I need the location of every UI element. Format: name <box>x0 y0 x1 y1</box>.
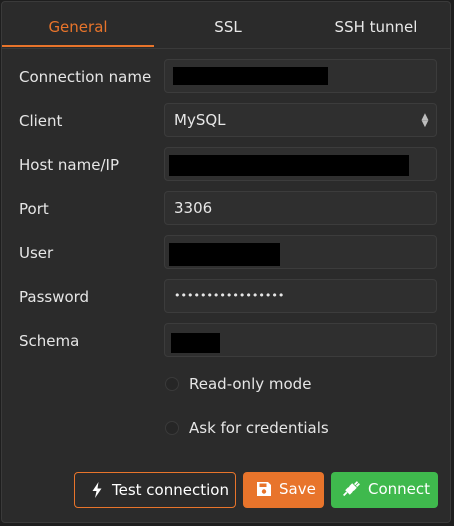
ask-credentials-checkbox[interactable] <box>165 421 179 435</box>
redacted-value <box>169 243 280 266</box>
host-label: Host name/IP <box>19 156 119 174</box>
schema-input[interactable] <box>164 323 437 357</box>
connection-name-label: Connection name <box>19 68 152 86</box>
connect-button[interactable]: Connect <box>331 472 438 508</box>
port-label: Port <box>19 200 49 218</box>
user-input[interactable] <box>164 235 437 269</box>
tab-bar: General SSL SSH tunnel <box>2 2 450 49</box>
floppy-disk-icon <box>257 482 271 496</box>
client-select[interactable]: MySQL ▲ ▼ <box>164 103 437 137</box>
password-label: Password <box>19 288 90 306</box>
connection-name-input[interactable] <box>164 59 437 93</box>
port-input[interactable]: 3306 <box>164 191 437 225</box>
redacted-value <box>169 155 409 176</box>
schema-label: Schema <box>19 332 80 350</box>
readonly-mode-checkbox[interactable] <box>165 377 179 391</box>
connect-label: Connect <box>368 480 431 498</box>
readonly-mode-label: Read-only mode <box>189 375 312 393</box>
plug-connect-icon <box>343 481 360 497</box>
client-select-value: MySQL <box>174 111 226 129</box>
test-connection-label: Test connection <box>112 481 229 499</box>
redacted-value <box>173 67 328 85</box>
tab-ssh-tunnel[interactable]: SSH tunnel <box>302 2 450 47</box>
select-updown-arrows-icon: ▲ ▼ <box>421 112 429 129</box>
port-value: 3306 <box>174 199 213 217</box>
lightning-bolt-icon <box>92 482 102 498</box>
redacted-value <box>171 333 220 353</box>
tab-ssl[interactable]: SSL <box>154 2 302 47</box>
tab-general[interactable]: General <box>2 2 154 47</box>
save-button[interactable]: Save <box>243 472 324 508</box>
ask-credentials-label: Ask for credentials <box>189 419 329 437</box>
connection-settings-panel: General SSL SSH tunnel Connection name C… <box>1 1 451 523</box>
password-input[interactable]: ••••••••••••••••• <box>164 279 437 313</box>
host-input[interactable] <box>164 147 437 181</box>
save-label: Save <box>279 480 316 498</box>
user-label: User <box>19 244 54 262</box>
test-connection-button[interactable]: Test connection <box>74 472 236 508</box>
client-label: Client <box>19 112 63 130</box>
password-value: ••••••••••••••••• <box>174 289 285 302</box>
